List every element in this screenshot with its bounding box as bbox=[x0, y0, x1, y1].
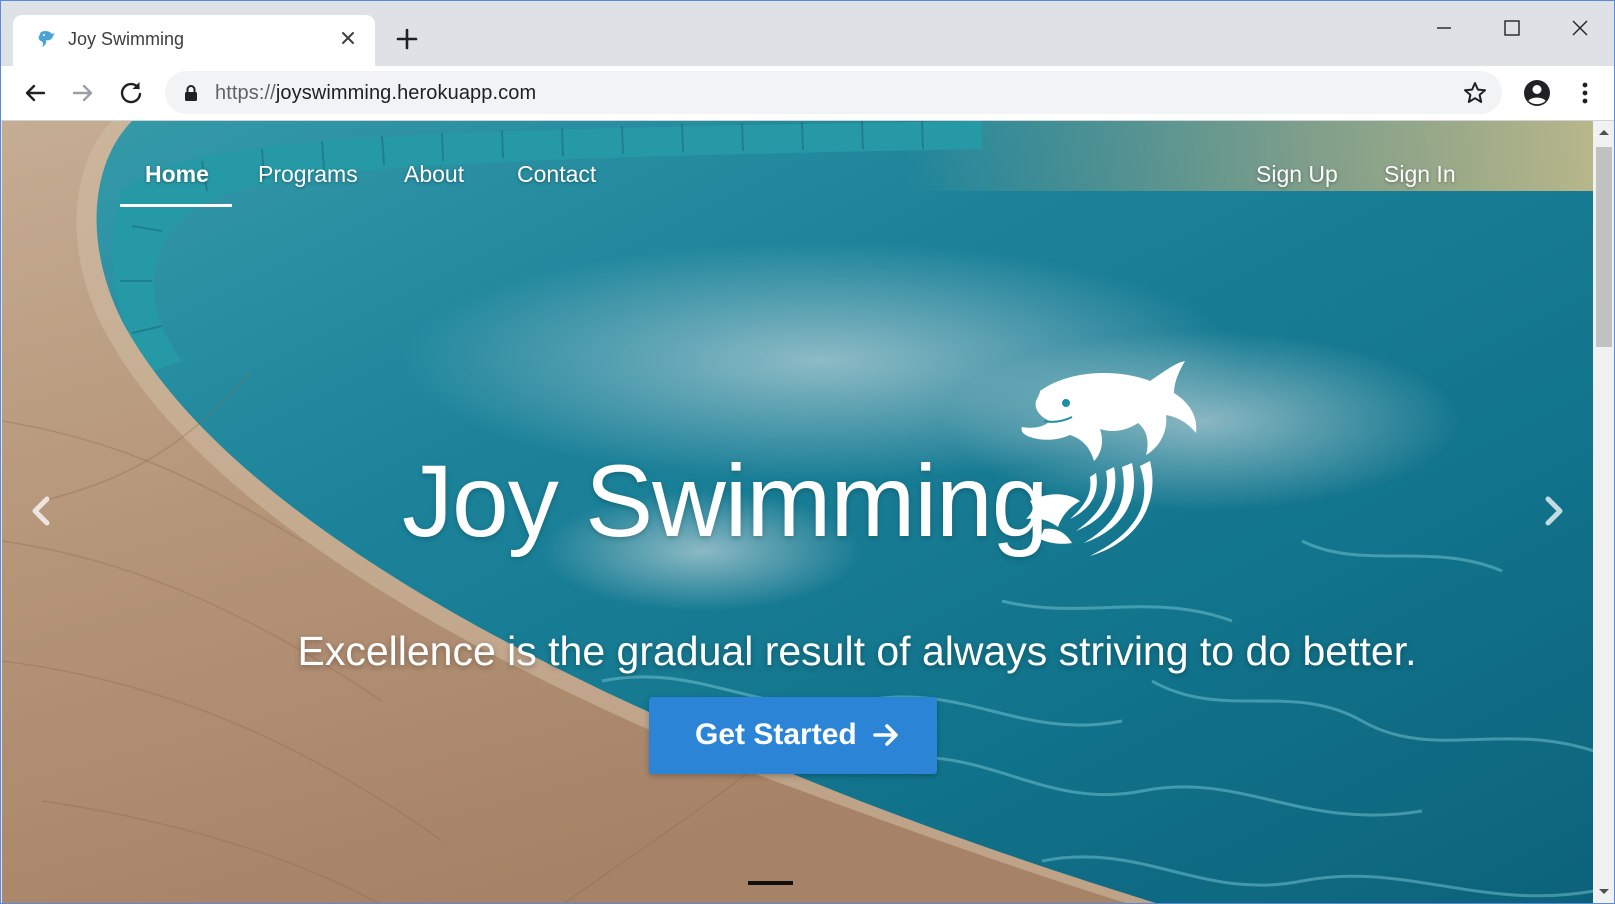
plus-icon[interactable] bbox=[394, 26, 420, 52]
url-scheme: https:// bbox=[215, 82, 276, 104]
address-bar[interactable]: https://joyswimming.herokuapp.com bbox=[165, 71, 1502, 114]
browser-tab[interactable]: Joy Swimming bbox=[13, 15, 375, 66]
tab-title: Joy Swimming bbox=[68, 29, 185, 49]
hero-title: Joy Swimming bbox=[402, 444, 1048, 558]
carousel-indicator[interactable] bbox=[802, 881, 847, 885]
nav-link-home[interactable]: Home bbox=[145, 161, 209, 188]
arrow-right-icon bbox=[873, 724, 898, 746]
nav-link-programs[interactable]: Programs bbox=[258, 161, 358, 188]
scroll-down-arrow-icon[interactable] bbox=[1598, 887, 1610, 897]
browser-window: Joy Swimming https://joyswimming.herokua… bbox=[0, 0, 1615, 904]
account-icon[interactable] bbox=[1521, 77, 1553, 109]
tab-strip: Joy Swimming bbox=[1, 1, 1614, 66]
lock-icon[interactable] bbox=[183, 84, 199, 102]
nav-link-about[interactable]: About bbox=[404, 161, 464, 188]
url-host: joyswimming.herokuapp.com bbox=[275, 82, 537, 104]
maximize-icon[interactable] bbox=[1489, 13, 1535, 43]
close-icon[interactable] bbox=[335, 25, 361, 51]
page-scrollbar[interactable] bbox=[1593, 121, 1614, 903]
chevron-left-icon[interactable] bbox=[27, 491, 55, 531]
url-text[interactable]: https://joyswimming.herokuapp.com bbox=[215, 82, 536, 105]
dolphin-logo-icon bbox=[1021, 361, 1197, 556]
nav-link-contact[interactable]: Contact bbox=[517, 161, 596, 188]
nav-link-sign-up[interactable]: Sign Up bbox=[1256, 161, 1338, 188]
star-icon[interactable] bbox=[1462, 80, 1488, 106]
get-started-label: Get Started bbox=[695, 718, 857, 751]
site-navbar: Home Programs About Contact Sign Up Sign… bbox=[2, 121, 1594, 209]
scrollbar-thumb[interactable] bbox=[1596, 147, 1612, 347]
browser-toolbar: https://joyswimming.herokuapp.com bbox=[1, 66, 1614, 121]
close-window-icon[interactable] bbox=[1557, 13, 1603, 43]
scroll-up-arrow-icon[interactable] bbox=[1598, 127, 1610, 137]
forward-arrow-icon[interactable] bbox=[67, 77, 99, 109]
dolphin-favicon-icon bbox=[38, 30, 55, 47]
chevron-right-icon[interactable] bbox=[1540, 491, 1568, 531]
hero-tagline: Excellence is the gradual result of alwa… bbox=[297, 628, 1417, 674]
carousel-indicator-active[interactable] bbox=[748, 881, 793, 885]
minimize-icon[interactable] bbox=[1421, 13, 1467, 43]
kebab-menu-icon[interactable] bbox=[1571, 77, 1599, 109]
back-arrow-icon[interactable] bbox=[19, 77, 51, 109]
get-started-button[interactable]: Get Started bbox=[649, 697, 937, 774]
page-viewport: Home Programs About Contact Sign Up Sign… bbox=[2, 121, 1594, 903]
reload-icon[interactable] bbox=[115, 77, 147, 109]
hero-carousel: Home Programs About Contact Sign Up Sign… bbox=[2, 121, 1594, 903]
active-nav-underline bbox=[120, 204, 232, 207]
nav-link-sign-in[interactable]: Sign In bbox=[1384, 161, 1456, 188]
